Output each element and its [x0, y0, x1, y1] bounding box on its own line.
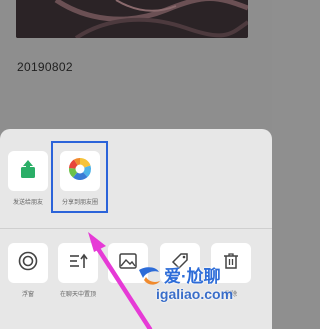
post-photo[interactable]: [16, 0, 248, 38]
send-to-friend-button[interactable]: [8, 151, 48, 191]
watermark-url: igaliao.com: [156, 286, 234, 302]
pin-top-icon: [67, 250, 89, 277]
share-up-arrow-icon: [17, 158, 39, 185]
share-to-moments-button[interactable]: [60, 151, 100, 191]
post-content: 20190802: [0, 0, 272, 130]
moments-aperture-icon: [67, 156, 93, 187]
float-window-button[interactable]: [8, 243, 48, 283]
share-targets-row: 发送给朋友 分享到朋友圈: [0, 129, 272, 229]
share-to-moments-label: 分享到朋友圈: [61, 200, 98, 206]
pin-top-button[interactable]: [58, 243, 98, 283]
post-date: 20190802: [17, 60, 73, 74]
float-window-icon: [17, 250, 39, 277]
watermark-title: 爱·尬聊: [164, 267, 221, 286]
pin-top-label: 在聊天中置顶: [59, 292, 96, 298]
watermark: 爱·尬聊 igaliao.com: [136, 262, 272, 329]
